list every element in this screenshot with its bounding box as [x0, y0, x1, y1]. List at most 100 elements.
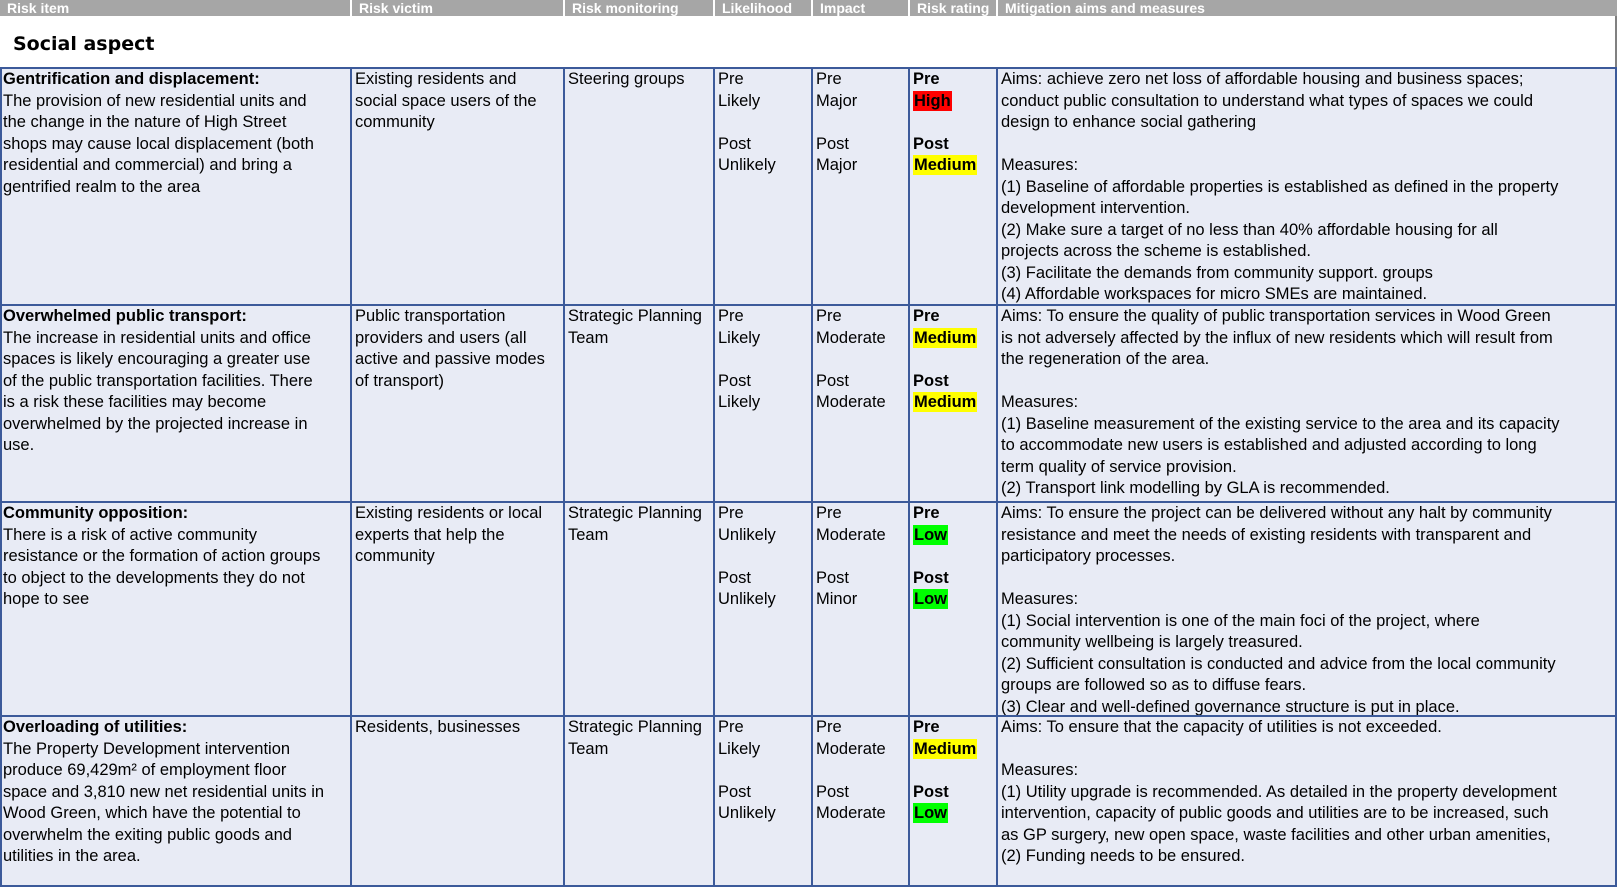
cell-mitigation: Aims: To ensure that the capacity of uti… — [998, 716, 1617, 887]
cell-text-line: Aims: achieve zero net loss of affordabl… — [1001, 70, 1524, 88]
cell-text-line: experts that help the — [355, 525, 505, 544]
cell-text-line: groups are followed so as to diffuse fea… — [1001, 676, 1307, 694]
header-risk-victim: Risk victim — [352, 0, 565, 16]
cell-text-line: Aims: To ensure the project can be deliv… — [1001, 504, 1552, 522]
rating-post-label: Post — [913, 134, 949, 153]
cell-text-line: Aims: To ensure the quality of public tr… — [1001, 307, 1551, 325]
cell-monitoring: Strategic Planning Team — [565, 716, 715, 887]
risk-item-title: Overwhelmed public transport: — [3, 307, 247, 325]
cell-rating: Pre Low Post Low — [910, 502, 998, 716]
table-header: Risk item Risk victim Risk monitoring Li… — [0, 0, 1617, 16]
section-heading: Social aspect — [0, 16, 1617, 68]
cell-text-line: residential and commercial) and bring a — [3, 156, 292, 174]
header-risk-item: Risk item — [0, 0, 352, 16]
rating-pre-badge: High — [913, 90, 952, 111]
cell-text-line: Existing residents and — [355, 70, 517, 88]
cell-text-line — [1001, 134, 1615, 156]
cell-text-line: Team — [568, 739, 609, 758]
cell-likelihood: Pre Unlikely Post Unlikely — [715, 502, 813, 716]
cell-text-line — [718, 760, 811, 782]
cell-text-line: Likely — [718, 91, 761, 110]
cell-text-line — [718, 112, 811, 134]
cell-text-line: Moderate — [816, 804, 886, 822]
cell-item: Overwhelmed public transport: The increas… — [0, 305, 352, 502]
cell-text-line: utilities in the area. — [3, 847, 141, 865]
cell-text-line: Team — [568, 525, 609, 544]
cell-text-line: use. — [3, 436, 35, 454]
cell-text-line — [816, 349, 908, 371]
cell-text-line: to object to the developments they do no… — [3, 568, 305, 587]
table-row: Overwhelmed public transport: The increas… — [0, 305, 1617, 502]
cell-text-line: Post — [816, 134, 850, 153]
cell-text-line — [816, 546, 908, 568]
cell-victim: Public transportation providers and users… — [352, 305, 565, 502]
cell-text-line: Moderate — [816, 739, 886, 758]
cell-text-line: community — [355, 547, 435, 565]
rating-pre-wrap: Medium — [913, 738, 996, 761]
cell-text-line: Measures: — [1001, 761, 1079, 779]
cell-text-line: Strategic Planning — [568, 307, 702, 325]
rating-post-badge: Medium — [913, 155, 978, 175]
cell-text-line: (3) Facilitate the demands from communit… — [1001, 263, 1433, 282]
rating-post-label: Post — [913, 371, 949, 390]
cell-text-line: Pre — [816, 504, 842, 522]
cell-text-line: hope to see — [3, 590, 90, 608]
cell-text-line: Pre — [718, 718, 744, 736]
cell-text-line: Post — [816, 782, 850, 801]
cell-text-line: Post — [816, 568, 850, 587]
table-row: Gentrification and displacement: The prov… — [0, 68, 1617, 305]
cell-text-line: Steering groups — [568, 70, 685, 88]
cell-text-line: Pre — [816, 718, 842, 736]
rating-pre-label: Pre — [913, 718, 940, 736]
cell-text-line: Pre — [816, 307, 842, 325]
cell-text-line: to accommodate new users is established … — [1001, 436, 1537, 454]
cell-text-line: the regeneration of the area. — [1001, 350, 1210, 368]
cell-text-line: Wood Green, which have the potential to — [3, 804, 301, 822]
cell-text-line: participatory processes. — [1001, 547, 1176, 565]
rating-pre-badge: Medium — [913, 738, 978, 759]
cell-text-line — [1001, 371, 1615, 393]
cell-text-line: Post — [718, 371, 752, 390]
cell-text-line: Unlikely — [718, 804, 776, 822]
cell-text-line: (4) Affordable workspaces for micro SMEs… — [1001, 285, 1428, 303]
cell-text-line: (2) Make sure a target of no less than 4… — [1001, 220, 1498, 239]
cell-text-line: Pre — [816, 70, 842, 88]
rating-post-badge: Low — [913, 589, 948, 609]
cell-text-line: The Property Development intervention — [3, 739, 291, 758]
cell-text-line: (2) Transport link modelling by GLA is r… — [1001, 479, 1390, 497]
cell-text-line: Moderate — [816, 328, 886, 347]
cell-text-line: the change in the nature of High Street — [3, 113, 287, 131]
cell-text-line — [1001, 739, 1615, 761]
cell-text-line — [718, 349, 811, 371]
cell-item: Community opposition: There is a risk of … — [0, 502, 352, 716]
rating-pre-badge: Medium — [913, 327, 978, 348]
rating-post-badge: Low — [913, 803, 948, 823]
cell-monitoring: Strategic Planning Team — [565, 502, 715, 716]
cell-text-line: Existing residents or local — [355, 504, 543, 522]
header-likelihood: Likelihood — [715, 0, 813, 16]
cell-text-line: Public transportation — [355, 307, 506, 325]
cell-text-line: There is a risk of active community — [3, 525, 257, 544]
cell-text-line: Post — [718, 134, 752, 153]
rating-post-label: Post — [913, 782, 949, 801]
cell-text-line: Likely — [718, 393, 761, 411]
cell-text-line: Measures: — [1001, 393, 1079, 411]
cell-text-line — [816, 760, 908, 782]
cell-text-line: resistance or the formation of action gr… — [3, 547, 321, 565]
cell-text-line: Residents, businesses — [355, 718, 521, 736]
cell-monitoring: Strategic Planning Team — [565, 305, 715, 502]
cell-monitoring: Steering groups — [565, 68, 715, 305]
cell-victim: Existing residents or local experts that … — [352, 502, 565, 716]
cell-text-line: spaces is likely encouraging a greater u… — [3, 350, 311, 368]
cell-text-line: Strategic Planning — [568, 504, 702, 522]
cell-text-line: Aims: To ensure that the capacity of uti… — [1001, 718, 1442, 736]
cell-rating: Pre Medium Post Medium — [910, 305, 998, 502]
cell-impact: Pre Moderate Post Moderate — [813, 716, 910, 887]
cell-text-line: development intervention. — [1001, 199, 1190, 217]
cell-text-line: of the public transportation facilities.… — [3, 371, 313, 390]
cell-text-line: gentrified realm to the area — [3, 177, 201, 196]
cell-item: Overloading of utilities: The Property De… — [0, 716, 352, 887]
cell-text-line: Likely — [718, 739, 761, 758]
rating-pre-wrap: High — [913, 90, 996, 113]
